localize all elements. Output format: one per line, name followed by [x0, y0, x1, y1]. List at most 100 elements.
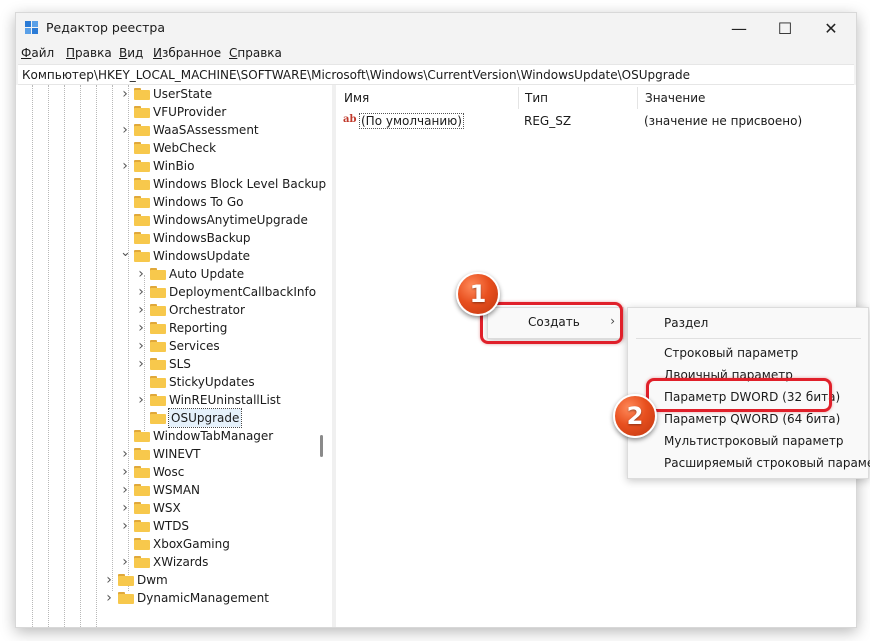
chevron-right-icon[interactable]: ›: [104, 589, 114, 607]
folder-icon: [150, 322, 166, 334]
folder-icon: [134, 232, 150, 244]
tree-item-label: Auto Update: [169, 267, 245, 281]
title-bar: Редактор реестра — ☐ ✕: [16, 13, 856, 43]
registry-tree[interactable]: › UserState VFUProvider › WaaSAssessment WebC…: [16, 85, 332, 627]
folder-icon: [134, 484, 150, 496]
value-row-name[interactable]: (По умолчанию): [359, 113, 464, 129]
folder-icon: [134, 160, 150, 172]
tree-item-label: WSX: [153, 501, 181, 515]
chevron-right-icon[interactable]: ›: [120, 157, 130, 175]
tree-item-label: StickyUpdates: [169, 375, 255, 389]
chevron-right-icon[interactable]: ›: [120, 481, 130, 499]
minimize-icon: —: [731, 18, 747, 38]
folder-icon: [134, 502, 150, 514]
folder-icon: [134, 556, 150, 568]
menu-file[interactable]: Файл: [21, 46, 54, 60]
tree-item-label: Reporting: [169, 321, 228, 335]
chevron-down-icon[interactable]: ⌄: [120, 244, 131, 262]
close-button[interactable]: ✕: [808, 13, 854, 43]
tree-item-label: XboxGaming: [153, 537, 230, 551]
tree-item-label: UserState: [153, 87, 213, 101]
folder-icon: [134, 178, 150, 190]
regedit-icon: [25, 21, 39, 35]
folder-icon: [150, 340, 166, 352]
folder-icon: [150, 358, 166, 370]
chevron-right-icon[interactable]: ›: [120, 445, 130, 463]
submenu-multi-string-value[interactable]: Мультистроковый параметр: [664, 434, 844, 448]
folder-icon: [118, 592, 134, 604]
folder-icon: [134, 88, 150, 100]
menu-edit[interactable]: Правка: [66, 46, 112, 60]
folder-icon: [150, 286, 166, 298]
chevron-right-icon[interactable]: ›: [120, 463, 130, 481]
chevron-right-icon[interactable]: ›: [136, 301, 146, 319]
chevron-right-icon[interactable]: ›: [120, 499, 130, 517]
folder-icon: [134, 448, 150, 460]
chevron-right-icon[interactable]: ›: [136, 337, 146, 355]
folder-icon: [134, 250, 150, 262]
folder-icon: [134, 196, 150, 208]
tree-item-label: Windows To Go: [153, 195, 244, 209]
tree-item-label: WaaSAssessment: [153, 123, 259, 137]
submenu-qword-value[interactable]: Параметр QWORD (64 бита): [664, 412, 840, 426]
chevron-right-icon[interactable]: ›: [136, 283, 146, 301]
address-path: Компьютер\HKEY_LOCAL_MACHINE\SOFTWARE\Mi…: [22, 68, 691, 82]
tree-item-label: WebCheck: [153, 141, 217, 155]
tree-item-label: VFUProvider: [153, 105, 227, 119]
tree-item-label: Orchestrator: [169, 303, 245, 317]
tree-item-label: SLS: [169, 357, 191, 371]
chevron-right-icon[interactable]: ›: [104, 571, 114, 589]
chevron-right-icon[interactable]: ›: [136, 355, 146, 373]
chevron-right-icon[interactable]: ›: [136, 319, 146, 337]
close-icon: ✕: [824, 18, 838, 38]
column-header-type[interactable]: Тип: [525, 91, 548, 105]
tree-item-label: WINEVT: [153, 447, 201, 461]
folder-icon: [134, 106, 150, 118]
chevron-right-icon[interactable]: ›: [120, 553, 130, 571]
tree-item-label: WSMAN: [153, 483, 201, 497]
tree-item-label: Wosc: [153, 465, 185, 479]
column-header-name[interactable]: Имя: [344, 91, 369, 105]
tree-item-label: OSUpgrade: [167, 408, 243, 428]
column-header-value[interactable]: Значение: [645, 91, 705, 105]
menu-favorites[interactable]: Избранное: [153, 46, 221, 60]
menu-view[interactable]: Вид: [119, 46, 143, 60]
chevron-right-icon[interactable]: ›: [120, 121, 130, 139]
tree-scrollbar-thumb[interactable]: [320, 435, 323, 457]
string-value-icon: ab: [343, 114, 357, 125]
chevron-right-icon[interactable]: ›: [136, 265, 146, 283]
chevron-right-icon[interactable]: ›: [120, 85, 130, 103]
chevron-right-icon[interactable]: ›: [120, 517, 130, 535]
folder-icon: [134, 520, 150, 532]
folder-icon: [150, 268, 166, 280]
value-row-type: REG_SZ: [524, 114, 572, 128]
tree-item-label: DeploymentCallbackInfo: [169, 285, 317, 299]
tree-item-label: XWizards: [153, 555, 209, 569]
minimize-button[interactable]: —: [716, 13, 762, 43]
tree-item-label: WinREUninstallList: [169, 393, 281, 407]
maximize-icon: ☐: [777, 18, 793, 38]
submenu-expandable-string-value[interactable]: Расширяемый строковый парамет: [664, 456, 870, 470]
address-bar[interactable]: Компьютер\HKEY_LOCAL_MACHINE\SOFTWARE\Mi…: [18, 64, 854, 85]
submenu-string-value[interactable]: Строковый параметр: [664, 346, 798, 360]
tree-item-label: WinBio: [153, 159, 195, 173]
folder-icon: [118, 574, 134, 586]
value-row-data: (значение не присвоено): [644, 114, 803, 128]
window-title: Редактор реестра: [46, 20, 165, 35]
folder-icon: [150, 394, 166, 406]
maximize-button[interactable]: ☐: [762, 13, 808, 43]
chevron-right-icon[interactable]: ›: [136, 391, 146, 409]
tree-item-label: Services: [169, 339, 220, 353]
submenu-separator: [636, 338, 861, 339]
submenu-key[interactable]: Раздел: [664, 316, 708, 330]
folder-icon: [134, 142, 150, 154]
menu-help[interactable]: Справка: [229, 46, 282, 60]
